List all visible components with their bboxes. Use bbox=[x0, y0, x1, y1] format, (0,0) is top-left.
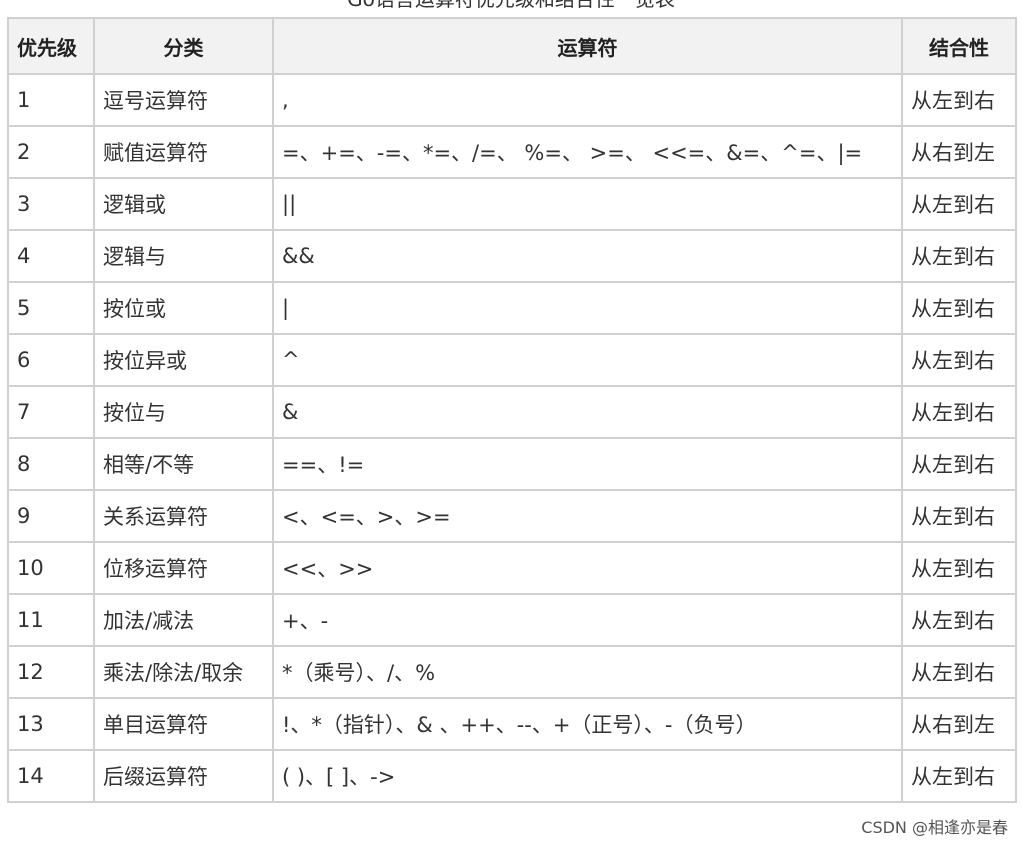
cell-priority: 14 bbox=[7, 749, 95, 803]
cell-category: 乘法/除法/取余 bbox=[93, 645, 274, 699]
table-caption: Go语言运算符优先级和结合性一览表 bbox=[0, 0, 1022, 10]
cell-priority: 8 bbox=[7, 437, 95, 491]
table-row: 8 相等/不等 ==、!= 从左到右 bbox=[7, 437, 1017, 491]
cell-associativity: 从左到右 bbox=[901, 593, 1017, 647]
cell-associativity: 从左到右 bbox=[901, 281, 1017, 335]
cell-associativity: 从左到右 bbox=[901, 749, 1017, 803]
csdn-watermark: CSDN @相逢亦是春 bbox=[861, 818, 1008, 837]
cell-operators: | bbox=[272, 281, 903, 335]
cell-category: 按位与 bbox=[93, 385, 274, 439]
cell-operators: && bbox=[272, 229, 903, 283]
cell-associativity: 从右到左 bbox=[901, 125, 1017, 179]
cell-operators: ( )、[ ]、-> bbox=[272, 749, 903, 803]
cell-operators: , bbox=[272, 73, 903, 127]
cell-category: 关系运算符 bbox=[93, 489, 274, 543]
cell-operators: *（乘号）、/、% bbox=[272, 645, 903, 699]
table-row: 12 乘法/除法/取余 *（乘号）、/、% 从左到右 bbox=[7, 645, 1017, 699]
table-row: 10 位移运算符 <<、>> 从左到右 bbox=[7, 541, 1017, 595]
cell-category: 单目运算符 bbox=[93, 697, 274, 751]
table-body: 1 逗号运算符 , 从左到右 2 赋值运算符 =、+=、-=、*=、/=、 %=… bbox=[7, 73, 1017, 803]
header-operators: 运算符 bbox=[272, 17, 903, 75]
cell-associativity: 从左到右 bbox=[901, 73, 1017, 127]
table-row: 13 单目运算符 !、*（指针）、& 、++、--、+（正号）、-（负号） 从右… bbox=[7, 697, 1017, 751]
table-row: 11 加法/减法 +、- 从左到右 bbox=[7, 593, 1017, 647]
cell-operators: ==、!= bbox=[272, 437, 903, 491]
cell-priority: 9 bbox=[7, 489, 95, 543]
cell-operators: !、*（指针）、& 、++、--、+（正号）、-（负号） bbox=[272, 697, 903, 751]
cell-associativity: 从左到右 bbox=[901, 333, 1017, 387]
cell-priority: 7 bbox=[7, 385, 95, 439]
cell-associativity: 从左到右 bbox=[901, 437, 1017, 491]
cell-priority: 11 bbox=[7, 593, 95, 647]
cell-associativity: 从右到左 bbox=[901, 697, 1017, 751]
cell-priority: 12 bbox=[7, 645, 95, 699]
table-row: 2 赋值运算符 =、+=、-=、*=、/=、 %=、 >=、 <<=、&=、^=… bbox=[7, 125, 1017, 179]
cell-category: 赋值运算符 bbox=[93, 125, 274, 179]
operator-precedence-table: 优先级 分类 运算符 结合性 1 逗号运算符 , 从左到右 2 赋值运算符 =、… bbox=[7, 17, 1017, 803]
cell-associativity: 从左到右 bbox=[901, 645, 1017, 699]
cell-operators: +、- bbox=[272, 593, 903, 647]
table-header-row: 优先级 分类 运算符 结合性 bbox=[7, 17, 1017, 75]
cell-category: 逗号运算符 bbox=[93, 73, 274, 127]
table-row: 14 后缀运算符 ( )、[ ]、-> 从左到右 bbox=[7, 749, 1017, 803]
cell-category: 按位异或 bbox=[93, 333, 274, 387]
cell-associativity: 从左到右 bbox=[901, 229, 1017, 283]
table-row: 1 逗号运算符 , 从左到右 bbox=[7, 73, 1017, 127]
cell-priority: 3 bbox=[7, 177, 95, 231]
cell-priority: 10 bbox=[7, 541, 95, 595]
cell-associativity: 从左到右 bbox=[901, 541, 1017, 595]
cell-operators: =、+=、-=、*=、/=、 %=、 >=、 <<=、&=、^=、|= bbox=[272, 125, 903, 179]
cell-priority: 13 bbox=[7, 697, 95, 751]
table-row: 5 按位或 | 从左到右 bbox=[7, 281, 1017, 335]
cell-operators: <<、>> bbox=[272, 541, 903, 595]
cell-operators: <、<=、>、>= bbox=[272, 489, 903, 543]
table-row: 4 逻辑与 && 从左到右 bbox=[7, 229, 1017, 283]
cell-priority: 5 bbox=[7, 281, 95, 335]
cell-category: 相等/不等 bbox=[93, 437, 274, 491]
table-row: 7 按位与 & 从左到右 bbox=[7, 385, 1017, 439]
cell-category: 按位或 bbox=[93, 281, 274, 335]
cell-operators: || bbox=[272, 177, 903, 231]
cell-associativity: 从左到右 bbox=[901, 177, 1017, 231]
cell-associativity: 从左到右 bbox=[901, 489, 1017, 543]
header-category: 分类 bbox=[93, 17, 274, 75]
cell-operators: ^ bbox=[272, 333, 903, 387]
cell-priority: 4 bbox=[7, 229, 95, 283]
cell-associativity: 从左到右 bbox=[901, 385, 1017, 439]
header-priority: 优先级 bbox=[7, 17, 95, 75]
cell-priority: 6 bbox=[7, 333, 95, 387]
cell-priority: 1 bbox=[7, 73, 95, 127]
table-row: 9 关系运算符 <、<=、>、>= 从左到右 bbox=[7, 489, 1017, 543]
cell-category: 加法/减法 bbox=[93, 593, 274, 647]
cell-category: 逻辑与 bbox=[93, 229, 274, 283]
table-row: 6 按位异或 ^ 从左到右 bbox=[7, 333, 1017, 387]
cell-category: 后缀运算符 bbox=[93, 749, 274, 803]
cell-category: 位移运算符 bbox=[93, 541, 274, 595]
cell-category: 逻辑或 bbox=[93, 177, 274, 231]
header-associativity: 结合性 bbox=[901, 17, 1017, 75]
cell-priority: 2 bbox=[7, 125, 95, 179]
table-row: 3 逻辑或 || 从左到右 bbox=[7, 177, 1017, 231]
cell-operators: & bbox=[272, 385, 903, 439]
